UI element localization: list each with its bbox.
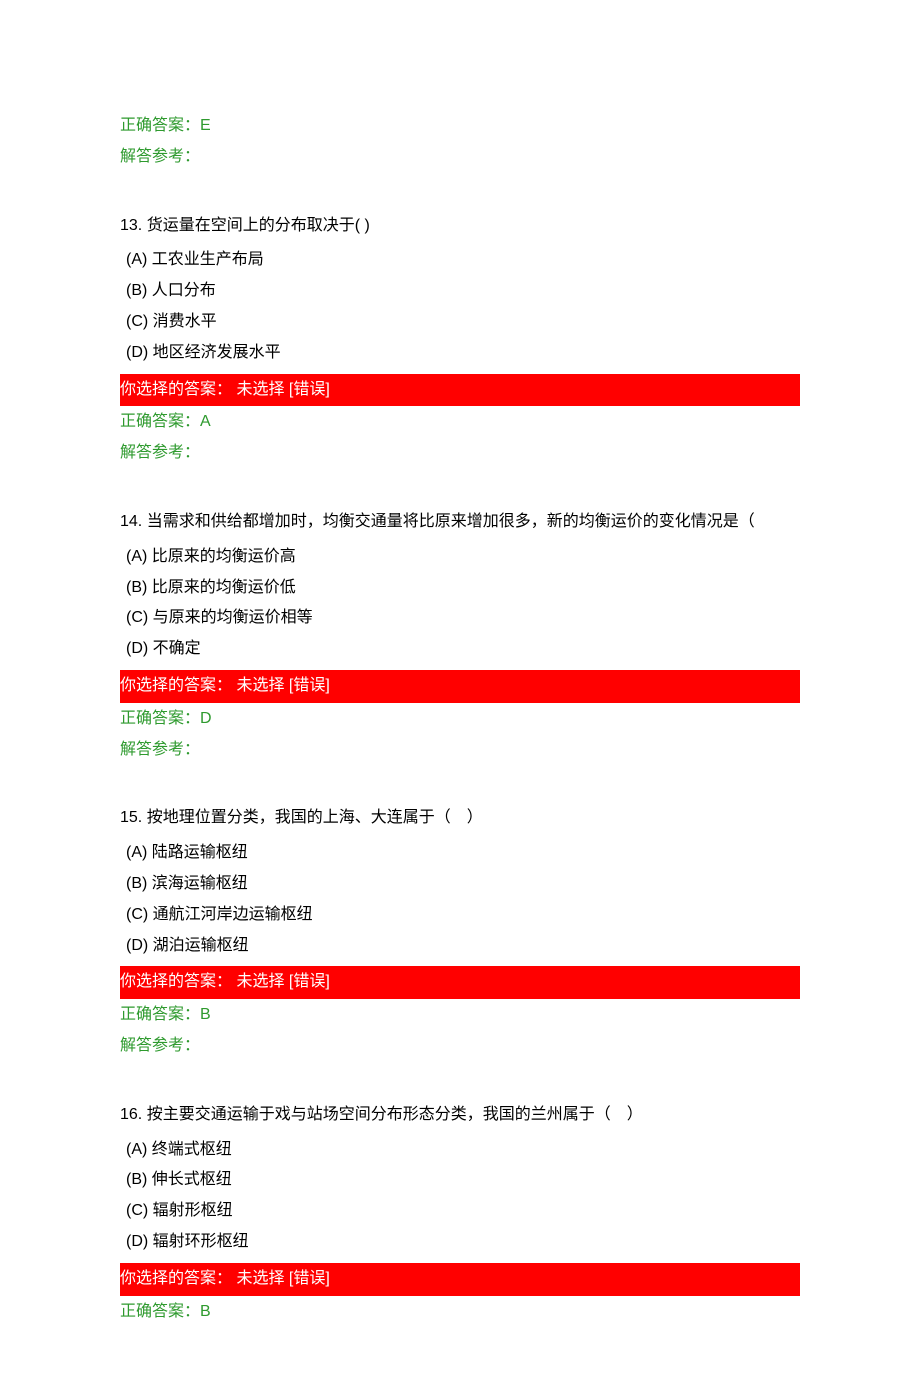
correct-prefix: 正确答案：	[120, 413, 200, 430]
option-c: (C) 消费水平	[120, 308, 800, 337]
option-c: (C) 与原来的均衡运价相等	[120, 604, 800, 633]
your-choice-prefix: 你选择的答案：	[120, 973, 232, 990]
option-d: (D) 地区经济发展水平	[120, 339, 800, 368]
explain-prefix: 解答参考：	[120, 741, 200, 758]
correct-answer: 正确答案：A	[120, 408, 800, 437]
option-a: (A) 陆路运输枢纽	[120, 839, 800, 868]
explain: 解答参考：	[120, 736, 800, 765]
explain-prefix: 解答参考：	[120, 444, 200, 461]
question-text: 13. 货运量在空间上的分布取决于( )	[120, 212, 800, 241]
question-text: 14. 当需求和供给都增加时，均衡交通量将比原来增加很多，新的均衡运价的变化情况…	[120, 508, 800, 537]
your-choice-prefix: 你选择的答案：	[120, 1270, 232, 1287]
option-b: (B) 比原来的均衡运价低	[120, 574, 800, 603]
correct-prefix: 正确答案：	[120, 710, 200, 727]
prev-correct-letter: E	[200, 117, 211, 134]
question-number: 13.	[120, 217, 142, 234]
question-number: 14.	[120, 513, 142, 530]
question-text: 15. 按地理位置分类，我国的上海、大连属于（ ）	[120, 804, 800, 833]
option-a: (A) 工农业生产布局	[120, 246, 800, 275]
correct-letter: B	[200, 1303, 211, 1320]
options-list: (A) 比原来的均衡运价高 (B) 比原来的均衡运价低 (C) 与原来的均衡运价…	[120, 543, 800, 664]
correct-answer: 正确答案：B	[120, 1001, 800, 1030]
question-stem: 按主要交通运输于戏与站场空间分布形态分类，我国的兰州属于（ ）	[147, 1106, 643, 1123]
option-d: (D) 辐射环形枢纽	[120, 1228, 800, 1257]
wrong-tag: [错误]	[289, 381, 330, 398]
your-answer-bar: 你选择的答案： 未选择 [错误]	[120, 670, 800, 703]
option-c: (C) 辐射形枢纽	[120, 1197, 800, 1226]
question-block: 15. 按地理位置分类，我国的上海、大连属于（ ） (A) 陆路运输枢纽 (B)…	[120, 804, 800, 1060]
explain: 解答参考：	[120, 1032, 800, 1061]
option-a: (A) 终端式枢纽	[120, 1136, 800, 1165]
explain-prefix: 解答参考：	[120, 1037, 200, 1054]
prev-correct-answer: 正确答案：E	[120, 112, 800, 141]
your-answer-bar: 你选择的答案： 未选择 [错误]	[120, 374, 800, 407]
wrong-tag: [错误]	[289, 1270, 330, 1287]
correct-prefix: 正确答案：	[120, 1006, 200, 1023]
wrong-tag: [错误]	[289, 973, 330, 990]
option-d: (D) 不确定	[120, 635, 800, 664]
not-selected: 未选择	[232, 1270, 289, 1287]
option-c: (C) 通航江河岸边运输枢纽	[120, 901, 800, 930]
question-block: 14. 当需求和供给都增加时，均衡交通量将比原来增加很多，新的均衡运价的变化情况…	[120, 508, 800, 764]
question-block: 13. 货运量在空间上的分布取决于( ) (A) 工农业生产布局 (B) 人口分…	[120, 212, 800, 468]
wrong-tag: [错误]	[289, 677, 330, 694]
question-number: 16.	[120, 1106, 142, 1123]
options-list: (A) 工农业生产布局 (B) 人口分布 (C) 消费水平 (D) 地区经济发展…	[120, 246, 800, 367]
options-list: (A) 陆路运输枢纽 (B) 滨海运输枢纽 (C) 通航江河岸边运输枢纽 (D)…	[120, 839, 800, 960]
explain: 解答参考：	[120, 439, 800, 468]
option-b: (B) 滨海运输枢纽	[120, 870, 800, 899]
question-stem: 当需求和供给都增加时，均衡交通量将比原来增加很多，新的均衡运价的变化情况是（	[147, 513, 755, 530]
option-b: (B) 伸长式枢纽	[120, 1166, 800, 1195]
correct-prefix: 正确答案：	[120, 117, 200, 134]
correct-prefix: 正确答案：	[120, 1303, 200, 1320]
option-d: (D) 湖泊运输枢纽	[120, 932, 800, 961]
question-number: 15.	[120, 809, 142, 826]
correct-letter: D	[200, 710, 212, 727]
prev-explain: 解答参考：	[120, 143, 800, 172]
correct-letter: A	[200, 413, 211, 430]
question-text: 16. 按主要交通运输于戏与站场空间分布形态分类，我国的兰州属于（ ）	[120, 1101, 800, 1130]
option-b: (B) 人口分布	[120, 277, 800, 306]
option-a: (A) 比原来的均衡运价高	[120, 543, 800, 572]
your-answer-bar: 你选择的答案： 未选择 [错误]	[120, 966, 800, 999]
page-container: 正确答案：E 解答参考： 13. 货运量在空间上的分布取决于( ) (A) 工农…	[0, 0, 920, 1388]
not-selected: 未选择	[232, 381, 289, 398]
not-selected: 未选择	[232, 677, 289, 694]
options-list: (A) 终端式枢纽 (B) 伸长式枢纽 (C) 辐射形枢纽 (D) 辐射环形枢纽	[120, 1136, 800, 1257]
question-stem: 货运量在空间上的分布取决于( )	[147, 217, 370, 234]
your-choice-prefix: 你选择的答案：	[120, 677, 232, 694]
your-answer-bar: 你选择的答案： 未选择 [错误]	[120, 1263, 800, 1296]
correct-letter: B	[200, 1006, 211, 1023]
question-block: 16. 按主要交通运输于戏与站场空间分布形态分类，我国的兰州属于（ ） (A) …	[120, 1101, 800, 1327]
not-selected: 未选择	[232, 973, 289, 990]
correct-answer: 正确答案：D	[120, 705, 800, 734]
question-stem: 按地理位置分类，我国的上海、大连属于（ ）	[147, 809, 483, 826]
explain-prefix: 解答参考：	[120, 148, 200, 165]
your-choice-prefix: 你选择的答案：	[120, 381, 232, 398]
